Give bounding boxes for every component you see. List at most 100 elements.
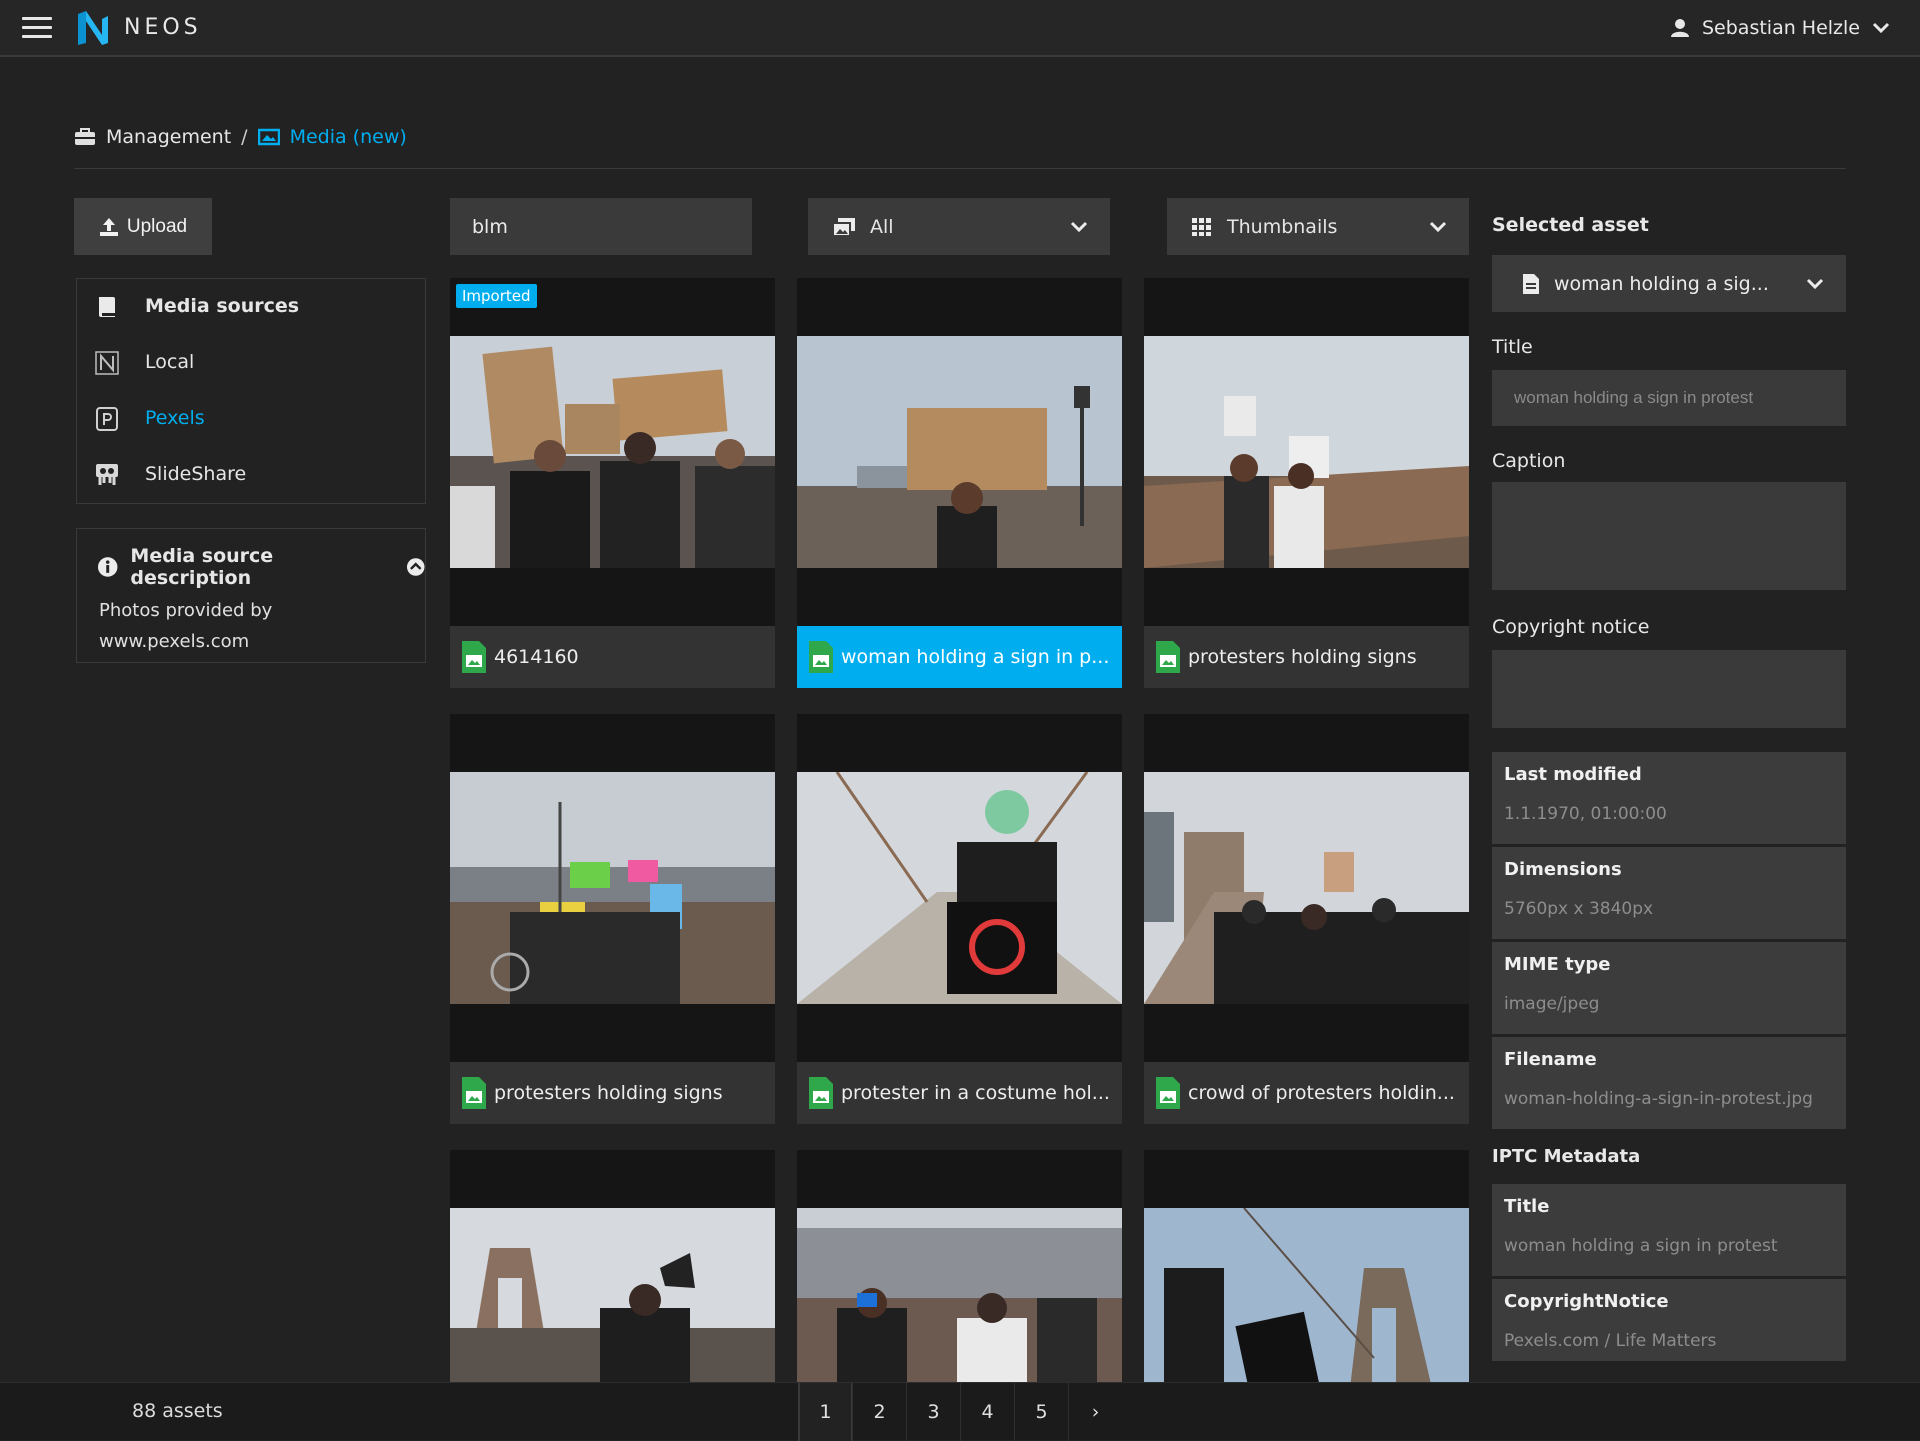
- selected-asset-name: woman holding a sig...: [1554, 272, 1769, 295]
- meta-value: woman holding a sign in protest: [1504, 1236, 1778, 1256]
- meta-key: CopyrightNotice: [1504, 1291, 1669, 1312]
- chevron-down-icon: [1070, 221, 1088, 233]
- image-icon: [257, 128, 280, 146]
- meta-key: MIME type: [1504, 954, 1611, 975]
- copyright-label: Copyright notice: [1492, 616, 1650, 638]
- asset-card[interactable]: protesters holding signs: [450, 714, 775, 1124]
- view-value: Thumbnails: [1227, 215, 1338, 238]
- meta-value: woman-holding-a-sign-in-protest.jpg: [1504, 1089, 1813, 1109]
- source-label: Local: [145, 351, 195, 373]
- top-bar: NEOS Sebastian Helzle: [0, 0, 1920, 57]
- chevron-down-icon: [1806, 278, 1824, 290]
- chevron-down-icon: [1429, 221, 1447, 233]
- description-line: www.pexels.com: [99, 631, 250, 652]
- asset-caption: crowd of protesters holdin...: [1144, 1062, 1469, 1124]
- card-spacer: [1144, 568, 1469, 626]
- filter-value: All: [870, 215, 894, 238]
- selected-asset-select[interactable]: woman holding a sig...: [1492, 255, 1846, 312]
- source-item-local[interactable]: Local: [77, 335, 425, 391]
- asset-count: 88 assets: [132, 1400, 223, 1422]
- image-file-icon: [462, 641, 486, 673]
- asset-thumbnail: [797, 1208, 1122, 1382]
- view-mode-select[interactable]: Thumbnails: [1167, 198, 1469, 255]
- meta-value: Pexels.com / Life Matters: [1504, 1331, 1717, 1351]
- neos-icon: [95, 351, 119, 375]
- next-page-button[interactable]: ›: [1068, 1383, 1122, 1441]
- asset-thumbnail: [450, 772, 775, 1004]
- image-file-icon: [809, 1077, 833, 1109]
- asset-card[interactable]: [797, 1150, 1122, 1382]
- asset-card[interactable]: crowd of protesters holdin...: [1144, 714, 1469, 1124]
- slideshare-icon: [96, 464, 118, 485]
- source-item-pexels[interactable]: Pexels: [77, 391, 425, 447]
- asset-thumbnail: [450, 336, 775, 568]
- footer-bar: 88 assets 1 2 3 4 5 ›: [0, 1382, 1920, 1441]
- asset-title: 4614160: [494, 646, 579, 668]
- breadcrumb-management[interactable]: Management: [74, 126, 231, 148]
- asset-thumbnail: [1144, 1208, 1469, 1382]
- asset-card[interactable]: protesters holding signs: [1144, 278, 1469, 688]
- asset-card-selected[interactable]: woman holding a sign in p...: [797, 278, 1122, 688]
- page-1[interactable]: 1: [798, 1383, 852, 1441]
- source-label: SlideShare: [145, 463, 247, 485]
- selected-asset-heading: Selected asset: [1492, 214, 1649, 236]
- user-menu[interactable]: Sebastian Helzle: [1670, 14, 1890, 42]
- card-top: [797, 278, 1122, 336]
- card-top: [1144, 278, 1469, 336]
- asset-card[interactable]: protester in a costume hol...: [797, 714, 1122, 1124]
- asset-caption: protesters holding signs: [1144, 626, 1469, 688]
- source-label: Pexels: [145, 407, 205, 429]
- menu-icon[interactable]: [22, 17, 52, 39]
- asset-card[interactable]: Imported 4614160: [450, 278, 775, 688]
- meta-last-modified: Last modified 1.1.1970, 01:00:00: [1492, 752, 1846, 844]
- pexels-icon: [96, 407, 118, 431]
- book-icon: [99, 297, 115, 317]
- image-file-icon: [1156, 1077, 1180, 1109]
- divider: [74, 168, 1846, 169]
- meta-value: image/jpeg: [1504, 994, 1600, 1014]
- card-top: [450, 714, 775, 772]
- page-3[interactable]: 3: [906, 1383, 960, 1441]
- images-icon: [832, 217, 855, 237]
- page-4[interactable]: 4: [960, 1383, 1014, 1441]
- chevron-up-circle-icon: [406, 558, 425, 576]
- meta-value: 5760px x 3840px: [1504, 899, 1654, 919]
- iptc-heading: IPTC Metadata: [1492, 1146, 1641, 1167]
- upload-button[interactable]: Upload: [74, 198, 212, 255]
- asset-title: woman holding a sign in p...: [841, 646, 1110, 668]
- search-input[interactable]: [450, 198, 752, 255]
- media-sources-heading: Media sources: [145, 295, 300, 317]
- title-field[interactable]: [1492, 370, 1846, 426]
- copyright-field[interactable]: [1492, 650, 1846, 728]
- asset-type-filter[interactable]: All: [808, 198, 1110, 255]
- briefcase-icon: [75, 128, 95, 145]
- asset-caption: woman holding a sign in p...: [797, 626, 1122, 688]
- asset-caption: protesters holding signs: [450, 1062, 775, 1124]
- media-source-description: Media source description Photos provided…: [76, 528, 426, 663]
- page-5[interactable]: 5: [1014, 1383, 1068, 1441]
- meta-mime-type: MIME type image/jpeg: [1492, 942, 1846, 1034]
- info-icon: [97, 557, 118, 577]
- description-heading: Media source description: [130, 545, 274, 589]
- meta-key: Dimensions: [1504, 859, 1622, 880]
- breadcrumb-media[interactable]: Media (new): [257, 126, 407, 148]
- image-file-icon: [809, 641, 833, 673]
- asset-title: protesters holding signs: [1188, 646, 1417, 668]
- breadcrumb-label: Management: [106, 126, 232, 148]
- card-top: [1144, 1150, 1469, 1208]
- caption-field[interactable]: [1492, 482, 1846, 590]
- card-top: [1144, 714, 1469, 772]
- source-item-slideshare[interactable]: SlideShare: [77, 447, 425, 503]
- page-2[interactable]: 2: [852, 1383, 906, 1441]
- grid-icon: [1192, 217, 1211, 236]
- card-top: Imported: [450, 278, 775, 336]
- user-icon: [1670, 19, 1689, 37]
- asset-card[interactable]: [450, 1150, 775, 1382]
- asset-title: protester in a costume hol...: [841, 1082, 1110, 1104]
- brand-name: NEOS: [124, 15, 202, 40]
- asset-card[interactable]: [1144, 1150, 1469, 1382]
- asset-caption: protester in a costume hol...: [797, 1062, 1122, 1124]
- card-spacer: [450, 568, 775, 626]
- description-header[interactable]: Media source description: [97, 545, 425, 589]
- asset-thumbnail: [1144, 336, 1469, 568]
